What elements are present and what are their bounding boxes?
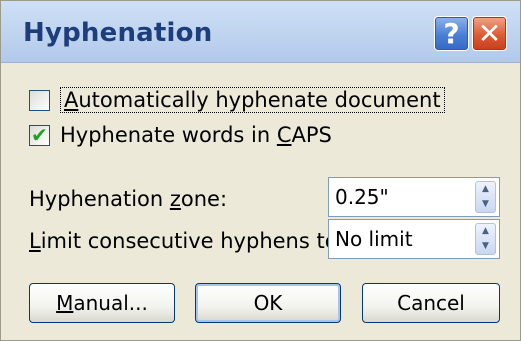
title-bar[interactable]: Hyphenation ? ✕ <box>1 1 520 63</box>
zone-label-post: one: <box>180 187 228 211</box>
manual-button[interactable]: Manual... <box>29 283 175 323</box>
limit-hyphens-label: Limit consecutive hyphens to: <box>29 229 345 253</box>
manual-mnemonic: M <box>56 291 74 315</box>
auto-hyphenate-mnemonic: A <box>64 88 79 112</box>
limit-label-rest: imit consecutive hyphens to: <box>40 229 345 253</box>
spin-up-icon[interactable]: ▲ <box>476 224 495 239</box>
auto-hyphenate-label-text: utomatically hyphenate document <box>78 88 441 112</box>
hyphenation-zone-value[interactable]: 0.25" <box>335 185 389 209</box>
checkmark-icon: ✔ <box>31 122 48 147</box>
ok-button[interactable]: OK <box>195 283 341 323</box>
manual-label-rest: anual... <box>73 291 148 315</box>
cancel-button[interactable]: Cancel <box>362 283 500 323</box>
spin-down-icon[interactable]: ▼ <box>476 197 495 212</box>
hyphenation-zone-label: Hyphenation zone: <box>29 187 227 211</box>
zone-mnemonic: z <box>169 187 181 211</box>
spin-up-icon[interactable]: ▲ <box>476 182 495 197</box>
hyphenation-zone-spinner[interactable]: 0.25" ▲ ▼ <box>328 177 500 217</box>
hyphenate-caps-mnemonic: C <box>276 123 292 147</box>
hyphenate-caps-label-post: APS <box>291 123 332 147</box>
close-button[interactable]: ✕ <box>472 16 507 51</box>
hyphenate-caps-option[interactable]: ✔ Hyphenate words in CAPS <box>29 123 332 147</box>
hyphenate-caps-checkbox[interactable]: ✔ <box>29 122 50 147</box>
limit-spin-buttons[interactable]: ▲ ▼ <box>475 223 496 255</box>
zone-label-pre: Hyphenation <box>29 187 170 211</box>
auto-hyphenate-label[interactable]: Automatically hyphenate document <box>60 87 445 113</box>
limit-mnemonic: L <box>29 229 41 253</box>
auto-hyphenate-checkbox[interactable] <box>29 89 50 111</box>
limit-hyphens-spinner[interactable]: No limit ▲ ▼ <box>328 219 500 259</box>
close-icon: ✕ <box>477 16 502 50</box>
help-button[interactable]: ? <box>434 16 469 51</box>
spin-down-icon[interactable]: ▼ <box>476 239 495 254</box>
hyphenate-caps-label-pre: Hyphenate words in <box>60 123 277 147</box>
dialog-title: Hyphenation <box>23 18 213 48</box>
hyphenate-caps-label[interactable]: Hyphenate words in CAPS <box>60 123 332 147</box>
limit-hyphens-value[interactable]: No limit <box>335 227 413 251</box>
zone-spin-buttons[interactable]: ▲ ▼ <box>475 181 496 213</box>
hyphenation-dialog: Hyphenation ? ✕ Automatically hyphenate … <box>0 0 521 341</box>
help-icon: ? <box>443 16 460 50</box>
auto-hyphenate-option[interactable]: Automatically hyphenate document <box>29 87 445 113</box>
